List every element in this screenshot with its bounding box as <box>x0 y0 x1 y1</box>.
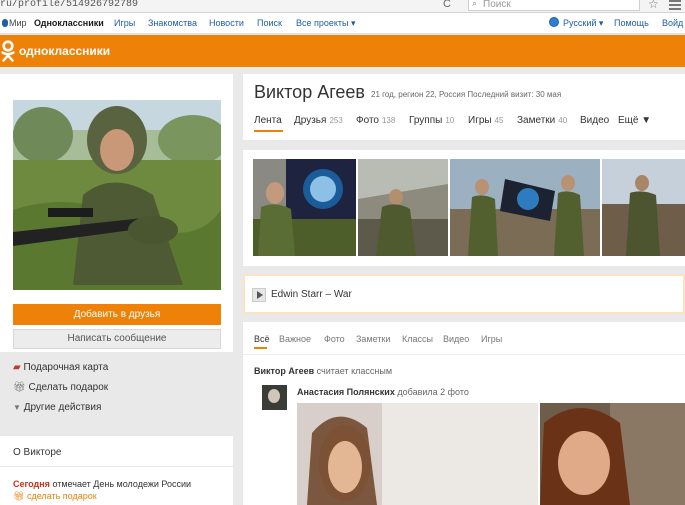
track-artist: Edwin Starr <box>271 289 323 300</box>
feed-tab-classes[interactable]: Классы <box>402 334 433 344</box>
profile-name: Виктор Агеев <box>254 82 365 102</box>
post-author-name[interactable]: Анастасия Полянских <box>297 387 395 397</box>
play-icon[interactable] <box>252 288 266 302</box>
language-select[interactable]: Русский ▾ <box>563 18 603 29</box>
active-tab-indicator <box>254 130 283 132</box>
feed-tab-video[interactable]: Видео <box>443 334 469 344</box>
gift-card-label: Подарочная карта <box>23 362 109 373</box>
other-actions[interactable]: ▼ Другие действия <box>13 402 101 413</box>
post-action: добавила 2 фото <box>397 387 469 397</box>
portal-bar: Мир Одноклассники Игры Знакомства Новост… <box>0 13 685 34</box>
tab-feed[interactable]: Лента <box>254 115 282 126</box>
tab-friends[interactable]: Друзья 253 <box>294 115 343 126</box>
write-message-button[interactable]: Написать сообщение <box>13 329 221 349</box>
globe-icon <box>549 17 559 27</box>
feed-tab-photos[interactable]: Фото <box>324 334 345 344</box>
feed-like-notice: Виктор Агеев считает классным <box>254 366 392 376</box>
search-icon: ⌕ <box>472 0 478 8</box>
gift-link-label: сделать подарок <box>26 491 97 501</box>
today-event: Сегодня отмечает День молодежи России <box>13 479 191 489</box>
post-photo[interactable] <box>540 403 685 505</box>
portal-link-games[interactable]: Игры <box>114 18 135 28</box>
chevron-down-icon: ▼ <box>13 403 21 412</box>
gift-card-action[interactable]: ▰ Подарочная карта <box>13 362 108 373</box>
tab-notes[interactable]: Заметки 40 <box>517 115 567 126</box>
photo-thumbnail[interactable] <box>602 159 685 256</box>
gift-link[interactable]: 🎁︎ сделать подарок <box>13 491 97 502</box>
gift-icon: 🎁︎ <box>13 382 26 393</box>
site-header: одноклассники <box>0 35 685 67</box>
make-gift-action[interactable]: 🎁︎ Сделать подарок <box>13 382 108 393</box>
browser-search-input[interactable]: ⌕ Поиск <box>468 0 640 11</box>
portal-link-dating[interactable]: Знакомства <box>148 18 197 28</box>
track-separator: – <box>325 289 332 300</box>
url-text[interactable]: ru/profile/514926792789 <box>0 0 138 10</box>
track-title[interactable]: Edwin Starr – War <box>271 289 352 300</box>
browser-search-placeholder: Поиск <box>483 0 511 10</box>
tab-video[interactable]: Видео <box>580 115 609 126</box>
portal-link-odnoklassniki[interactable]: Одноклассники <box>34 18 104 28</box>
site-title[interactable]: одноклассники <box>19 44 110 58</box>
other-actions-label: Другие действия <box>23 402 102 413</box>
reload-icon[interactable]: C <box>443 0 451 10</box>
tab-groups[interactable]: Группы 10 <box>409 115 454 126</box>
portal-link-news[interactable]: Новости <box>209 18 244 28</box>
portal-link-search[interactable]: Поиск <box>257 18 282 28</box>
post-photo[interactable] <box>297 403 538 505</box>
divider <box>243 354 685 355</box>
portal-link-mir[interactable]: Мир <box>2 18 27 28</box>
photo-thumbnail[interactable] <box>253 159 356 256</box>
small-gift-icon: 🎁︎ <box>13 491 25 501</box>
help-link[interactable]: Помощь <box>614 18 649 28</box>
tab-photos[interactable]: Фото 138 <box>356 115 395 126</box>
profile-avatar[interactable] <box>13 100 221 290</box>
post-header: Анастасия Полянских добавила 2 фото <box>297 387 469 397</box>
login-link[interactable]: Войд <box>662 18 683 28</box>
liked-text: считает классным <box>316 366 393 376</box>
tab-more[interactable]: Ещё ▼ <box>618 115 651 126</box>
make-gift-label: Сделать подарок <box>28 382 109 393</box>
photo-thumbnail[interactable] <box>358 159 448 256</box>
profile-meta: 21 год, регион 22, Россия Последний визи… <box>371 90 562 99</box>
today-text: отмечает День молодежи России <box>52 479 192 489</box>
browser-menu-icon[interactable] <box>669 0 681 11</box>
ok-logo-icon[interactable] <box>0 40 16 62</box>
feed-tab-all[interactable]: Всё <box>254 334 270 344</box>
track-name: War <box>333 289 352 300</box>
active-feed-tab-indicator <box>254 347 267 349</box>
feed-tab-games[interactable]: Игры <box>481 334 502 344</box>
divider <box>0 466 233 467</box>
post-author-avatar[interactable] <box>262 385 287 410</box>
mir-icon <box>2 19 8 27</box>
tab-games[interactable]: Игры 45 <box>468 115 504 126</box>
portal-link-all-projects[interactable]: Все проекты ▾ <box>296 18 356 29</box>
feed-tab-important[interactable]: Важное <box>279 334 311 344</box>
liked-user[interactable]: Виктор Агеев <box>254 366 314 376</box>
photo-thumbnail[interactable] <box>450 159 600 256</box>
about-title[interactable]: О Викторе <box>13 447 61 458</box>
feed-tab-notes[interactable]: Заметки <box>356 334 390 344</box>
bookmark-star-icon[interactable]: ☆ <box>648 0 659 11</box>
add-friend-button[interactable]: Добавить в друзья <box>13 304 221 325</box>
today-label: Сегодня <box>13 479 50 489</box>
gift-card-icon: ▰ <box>13 362 21 373</box>
